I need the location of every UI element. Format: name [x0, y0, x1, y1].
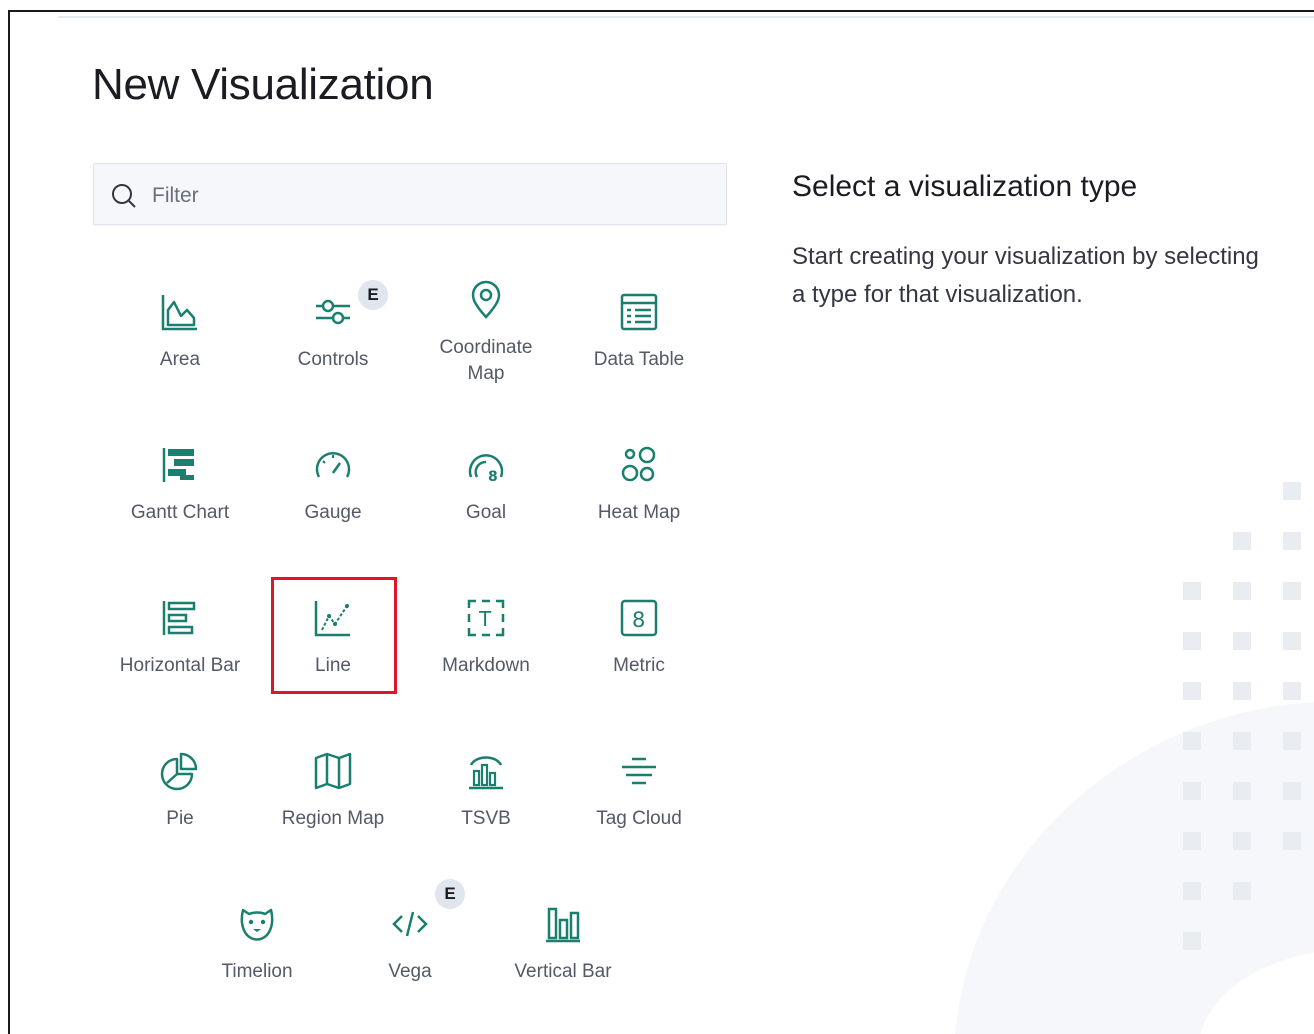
tile-data-table[interactable]: Data Table [569, 292, 709, 412]
tile-heat-map[interactable]: Heat Map [569, 445, 709, 565]
side-panel-title: Select a visualization type [792, 170, 1138, 203]
tile-tsvb[interactable]: TSVB [416, 751, 556, 871]
tile-controls[interactable]: E Controls [263, 280, 403, 412]
filter-search-box[interactable] [93, 163, 727, 225]
side-panel-description: Start creating your visualization by sel… [792, 243, 1259, 308]
gauge-icon [315, 452, 351, 478]
tile-label: TSVB [461, 808, 511, 829]
vega-icon [392, 911, 428, 937]
timelion-icon [240, 908, 274, 941]
tag-cloud-icon [622, 757, 656, 785]
tile-horizontal-bar[interactable]: Horizontal Bar [110, 598, 250, 718]
svg-text:8: 8 [632, 608, 645, 632]
svg-text:T: T [478, 607, 492, 631]
tile-gantt-chart[interactable]: Gantt Chart [110, 445, 250, 565]
tile-label: Tag Cloud [596, 808, 682, 829]
tile-label: Timelion [221, 961, 293, 982]
area-chart-icon [161, 295, 197, 331]
heatmap-icon [621, 446, 656, 482]
tile-label: Area [159, 349, 201, 370]
tile-label: Vega [388, 961, 432, 982]
gantt-icon [162, 448, 194, 482]
tsvb-icon [469, 756, 503, 790]
tile-label: Horizontal Bar [119, 655, 241, 676]
tile-label: Gauge [304, 502, 362, 523]
tile-markdown[interactable]: T Markdown [416, 598, 556, 718]
tile-label: Coordinate Map [439, 337, 533, 384]
tile-vega[interactable]: E Vega [340, 879, 480, 1024]
tile-label: Region Map [281, 808, 385, 829]
experimental-badge: E [435, 879, 465, 909]
tile-region-map[interactable]: Region Map [263, 751, 403, 871]
tile-area[interactable]: Area [110, 292, 250, 412]
svg-text:8: 8 [488, 469, 498, 485]
tile-pie[interactable]: Pie [110, 751, 250, 871]
map-pin-icon [471, 280, 501, 319]
divider [58, 16, 1314, 18]
tile-coordinate-map[interactable]: Coordinate Map [416, 280, 556, 400]
vertical-bar-icon [546, 907, 580, 943]
tile-label: Goal [465, 502, 507, 523]
controls-icon [316, 299, 350, 325]
tile-vertical-bar[interactable]: Vertical Bar [493, 904, 633, 1024]
visualization-dialog: New Visualization Area E Controls Coordi… [8, 10, 1314, 1034]
pie-chart-icon [160, 752, 198, 791]
tile-metric[interactable]: 8 Metric [569, 598, 709, 718]
selection-highlight [271, 577, 397, 694]
filter-input[interactable] [150, 176, 714, 216]
markdown-icon: T [467, 599, 505, 637]
tile-label: Data Table [593, 349, 685, 370]
tile-timelion[interactable]: Timelion [187, 904, 327, 1024]
experimental-badge: E [358, 280, 388, 310]
goal-icon: 8 [468, 454, 504, 485]
table-icon [620, 293, 658, 331]
tile-label: Heat Map [597, 502, 681, 523]
tile-label: Metric [613, 655, 665, 676]
tile-label: Vertical Bar [514, 961, 612, 982]
tile-label: Controls [297, 349, 369, 370]
tile-label: Markdown [442, 655, 530, 676]
tile-label: Gantt Chart [130, 502, 230, 523]
page-title: New Visualization [92, 60, 434, 109]
tile-goal[interactable]: 8 Goal [416, 445, 556, 565]
search-icon [112, 184, 136, 208]
region-map-icon [314, 752, 352, 790]
tile-gauge[interactable]: Gauge [263, 445, 403, 565]
tile-tag-cloud[interactable]: Tag Cloud [569, 751, 709, 871]
metric-icon: 8 [620, 599, 658, 637]
tile-label: Pie [166, 808, 194, 829]
horizontal-bar-icon [162, 601, 196, 635]
